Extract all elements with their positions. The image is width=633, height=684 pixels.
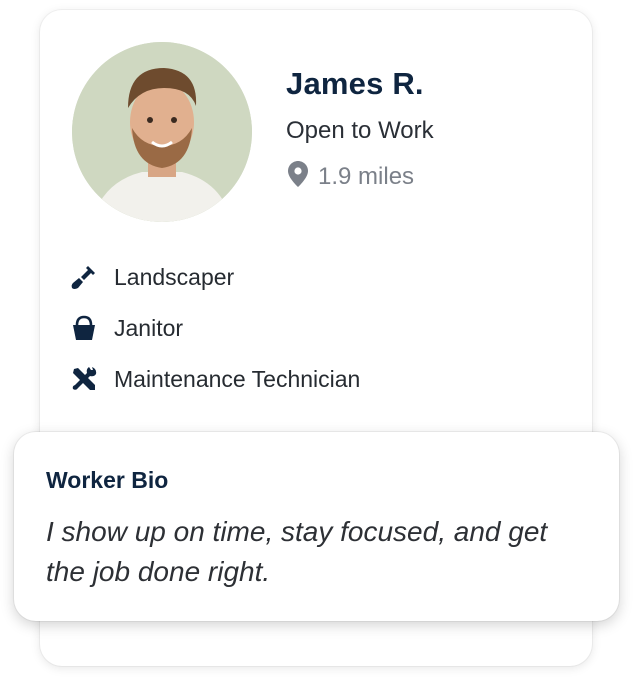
work-status: Open to Work (286, 117, 434, 144)
skill-item-maintenance-technician: Maintenance Technician (70, 364, 360, 394)
skill-label: Janitor (114, 314, 184, 341)
location-pin-icon (288, 160, 308, 194)
skill-label: Maintenance Technician (114, 365, 361, 392)
bio-text: I show up on time, stay focused, and get… (46, 516, 548, 587)
skills-list: Landscaper Janitor Maintenance Technicia… (70, 262, 360, 415)
skill-item-janitor: Janitor (70, 313, 360, 343)
bio-title: Worker Bio (46, 467, 169, 493)
distance-text: 1.9 miles (318, 163, 415, 190)
skill-item-landscaper: Landscaper (70, 262, 360, 292)
shovel-icon (70, 263, 98, 291)
tools-icon (70, 365, 98, 393)
avatar (72, 42, 252, 222)
skill-label: Landscaper (114, 263, 235, 290)
distance-info: 1.9 miles (288, 160, 415, 194)
bucket-icon (70, 314, 98, 342)
worker-name: James R. (286, 66, 424, 101)
worker-bio-card: Worker Bio I show up on time, stay focus… (14, 432, 619, 621)
